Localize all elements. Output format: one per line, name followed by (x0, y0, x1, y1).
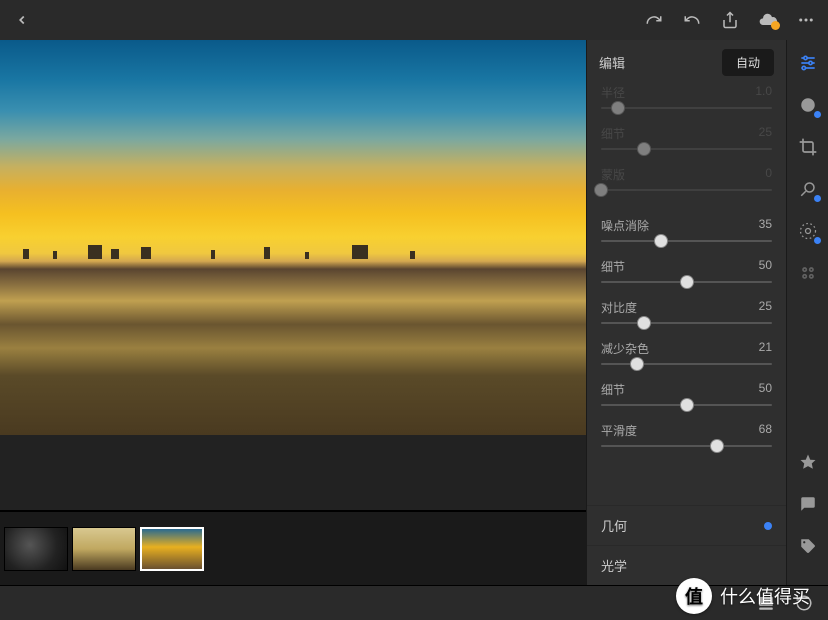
slider-track[interactable] (601, 445, 772, 447)
slider-label: 细节 (601, 125, 625, 142)
slider-handle[interactable] (637, 316, 651, 330)
slider-handle[interactable] (630, 357, 644, 371)
slider-track[interactable] (601, 404, 772, 406)
slider-row: 细节 25 (601, 125, 772, 150)
slider-label: 细节 (601, 258, 625, 275)
slider-label: 细节 (601, 381, 625, 398)
slider-handle[interactable] (654, 234, 668, 248)
thumbnail[interactable] (72, 527, 136, 571)
slider-handle[interactable] (710, 439, 724, 453)
tag-icon[interactable] (797, 535, 819, 557)
section-label: 光学 (601, 556, 627, 575)
filmstrip (0, 510, 586, 585)
crop-tool-icon[interactable] (797, 136, 819, 158)
edit-panel: 编辑 自动 半径 1.0 细节 25 蒙版 0 噪点消除 35 细节 50 对比度 25 减少杂色 21 细… (586, 40, 786, 585)
share-button[interactable] (720, 10, 740, 30)
slider-value: 68 (759, 422, 772, 439)
tool-rail (786, 40, 828, 585)
slider-track[interactable] (601, 281, 772, 283)
back-button[interactable] (12, 10, 32, 30)
comment-icon[interactable] (797, 493, 819, 515)
cloud-sync-icon[interactable] (758, 10, 778, 30)
slider-value: 25 (759, 125, 772, 142)
bottom-bar (0, 585, 828, 620)
grid-view-icon[interactable] (756, 593, 776, 613)
slider-value: 1.0 (755, 84, 772, 101)
adjust-tool-icon[interactable] (797, 52, 819, 74)
thumbnail[interactable] (4, 527, 68, 571)
slider-track[interactable] (601, 107, 772, 109)
slider-handle[interactable] (611, 101, 625, 115)
slider-track[interactable] (601, 148, 772, 150)
slider-value: 0 (765, 166, 772, 183)
photo-canvas[interactable] (0, 40, 586, 510)
thumbnail-selected[interactable] (140, 527, 204, 571)
presets-tool-icon[interactable] (797, 262, 819, 284)
slider-row: 减少杂色 21 (601, 340, 772, 365)
panel-title: 编辑 (599, 53, 625, 72)
slider-handle[interactable] (637, 142, 651, 156)
color-tool-icon[interactable] (797, 94, 819, 116)
section-label: 几何 (601, 516, 627, 535)
slider-row: 细节 50 (601, 381, 772, 406)
slider-row: 蒙版 0 (601, 166, 772, 191)
canvas-area (0, 40, 586, 585)
slider-value: 25 (759, 299, 772, 316)
radial-tool-icon[interactable] (797, 220, 819, 242)
slider-row: 细节 50 (601, 258, 772, 283)
slider-row: 噪点消除 35 (601, 217, 772, 242)
slider-track[interactable] (601, 322, 772, 324)
slider-row: 半径 1.0 (601, 84, 772, 109)
slider-label: 半径 (601, 84, 625, 101)
healing-tool-icon[interactable] (797, 178, 819, 200)
slider-label: 平滑度 (601, 422, 637, 439)
slider-handle[interactable] (680, 275, 694, 289)
auto-button[interactable]: 自动 (722, 49, 774, 76)
slider-label: 蒙版 (601, 166, 625, 183)
reset-icon[interactable] (794, 593, 814, 613)
top-toolbar (0, 0, 828, 40)
slider-label: 对比度 (601, 299, 637, 316)
photo-preview (0, 40, 586, 435)
slider-value: 35 (759, 217, 772, 234)
slider-row: 平滑度 68 (601, 422, 772, 447)
slider-value: 50 (759, 258, 772, 275)
slider-handle[interactable] (680, 398, 694, 412)
slider-label: 噪点消除 (601, 217, 649, 234)
undo-button[interactable] (682, 10, 702, 30)
section-geometry[interactable]: 几何 (587, 505, 786, 545)
active-dot-icon (764, 522, 772, 530)
slider-row: 对比度 25 (601, 299, 772, 324)
slider-track[interactable] (601, 363, 772, 365)
redo-button[interactable] (644, 10, 664, 30)
slider-label: 减少杂色 (601, 340, 649, 357)
slider-value: 50 (759, 381, 772, 398)
slider-value: 21 (759, 340, 772, 357)
slider-handle[interactable] (594, 183, 608, 197)
more-button[interactable] (796, 10, 816, 30)
slider-track[interactable] (601, 240, 772, 242)
section-optics[interactable]: 光学 (587, 545, 786, 585)
slider-track[interactable] (601, 189, 772, 191)
star-icon[interactable] (797, 451, 819, 473)
